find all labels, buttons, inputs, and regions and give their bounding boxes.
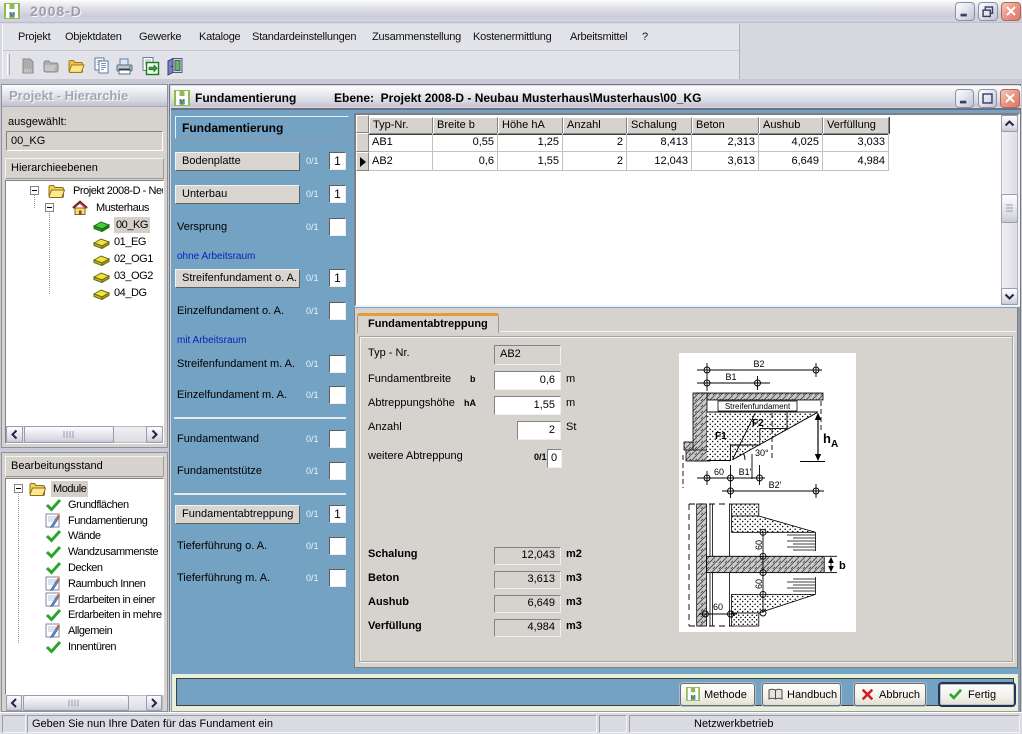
svg-text:F2: F2 <box>752 418 764 429</box>
svg-text:A: A <box>831 439 838 450</box>
svg-text:60: 60 <box>754 579 764 589</box>
svg-text:B1: B1 <box>725 372 736 382</box>
svg-text:60: 60 <box>713 602 723 612</box>
svg-text:60: 60 <box>754 540 764 550</box>
svg-text:F1: F1 <box>715 431 727 442</box>
svg-text:M: M <box>691 694 696 701</box>
svg-text:B1': B1' <box>739 467 752 477</box>
svg-text:60: 60 <box>714 467 724 477</box>
svg-text:M: M <box>9 12 15 19</box>
svg-text:b: b <box>839 560 846 572</box>
svg-text:30°: 30° <box>755 448 769 458</box>
svg-text:Streifenfundament: Streifenfundament <box>725 402 791 411</box>
svg-text:B2: B2 <box>753 359 764 369</box>
svg-text:h: h <box>823 431 831 446</box>
svg-text:B2': B2' <box>769 480 782 490</box>
